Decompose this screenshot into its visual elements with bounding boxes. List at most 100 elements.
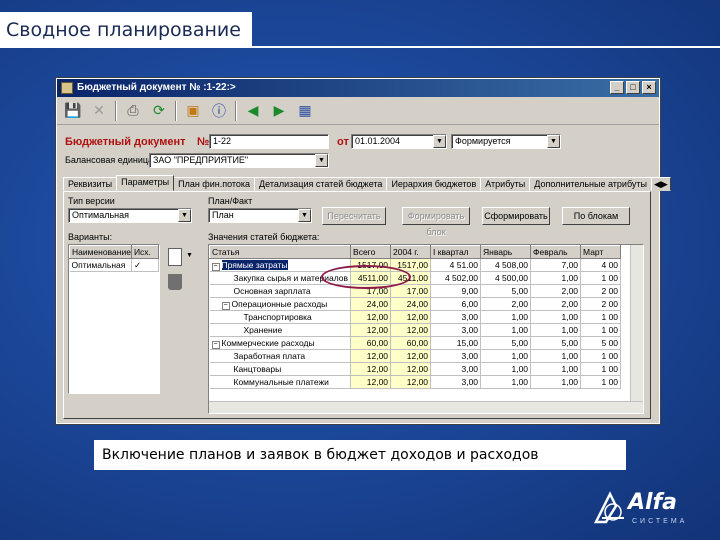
table-row[interactable]: Транспортировка 12,00 12,00 3,00 1,00 1,00 1 0… (209, 310, 622, 324)
value-cell[interactable]: 1,00 (530, 362, 582, 376)
table-row[interactable]: Коммунальные платежи 12,00 12,00 3,00 1,00 1,… (209, 375, 622, 389)
value-cell[interactable]: 1,00 (530, 375, 582, 389)
column-header[interactable]: Январь (480, 245, 532, 259)
value-cell[interactable]: 2 00 (580, 284, 622, 298)
value-cell[interactable]: 3,00 (430, 349, 482, 363)
article-name-cell[interactable]: Основная зарплата (209, 284, 352, 298)
value-cell[interactable]: 1 00 (580, 323, 622, 337)
value-cell[interactable]: 4 00 (580, 258, 622, 272)
plan-fact-select[interactable]: План ▼ (208, 208, 312, 223)
type-select[interactable]: Оптимальная ▼ (68, 208, 192, 223)
value-cell[interactable]: 2,00 (530, 297, 582, 311)
by-blocks-button[interactable]: По блокам (562, 207, 630, 225)
status-select[interactable]: Формируется ▼ (451, 134, 561, 149)
value-cell[interactable]: 1,00 (530, 310, 582, 324)
article-name-cell[interactable]: − Операционные расходы (209, 297, 352, 311)
value-cell[interactable]: 5,00 (480, 284, 532, 298)
value-cell[interactable]: 1,00 (530, 349, 582, 363)
value-cell[interactable]: 1 00 (580, 375, 622, 389)
tab-scroll-button[interactable]: ◀▶ (651, 177, 671, 191)
value-cell[interactable]: 12,00 (390, 362, 432, 376)
book-icon[interactable]: ▦ (295, 101, 315, 121)
table-row[interactable]: − Операционные расходы 24,00 24,00 6,00 2,00 2… (209, 297, 622, 311)
value-cell[interactable]: 4 508,00 (480, 258, 532, 272)
info-icon[interactable]: ⓘ (209, 101, 229, 121)
table-row[interactable]: Основная зарплата 17,00 17,00 9,00 5,00 2,00 2… (209, 284, 622, 298)
value-cell[interactable]: 60,00 (390, 336, 432, 350)
value-cell[interactable]: 1,00 (480, 349, 532, 363)
article-name-cell[interactable]: Хранение (209, 323, 352, 337)
tab-hierarchy[interactable]: Иерархия бюджетов (386, 177, 482, 191)
value-cell[interactable]: 4 51.00 (430, 258, 482, 272)
value-cell[interactable]: 1,00 (530, 323, 582, 337)
trash-icon[interactable] (168, 274, 182, 290)
horizontal-scrollbar[interactable] (209, 401, 643, 413)
tab-extra-attributes[interactable]: Дополнительные атрибуты (529, 177, 653, 191)
value-cell[interactable]: 5,00 (530, 336, 582, 350)
value-cell[interactable]: 12,00 (350, 375, 392, 389)
value-cell[interactable]: 1 00 (580, 271, 622, 285)
minimize-button[interactable]: _ (610, 81, 624, 94)
column-header[interactable]: Статья (209, 245, 352, 259)
tab-parameters[interactable]: Параметры (116, 175, 175, 191)
table-row[interactable]: Оптимальная ✓ (69, 258, 159, 272)
value-cell[interactable]: 60,00 (350, 336, 392, 350)
table-row[interactable]: Закупка сырья и материалов 4511,00 4511,00… (209, 271, 622, 285)
tab-requisites[interactable]: Реквизиты (63, 177, 118, 191)
form-button[interactable]: Сформировать (482, 207, 550, 225)
value-cell[interactable]: 1 00 (580, 349, 622, 363)
value-cell[interactable]: 12,00 (350, 323, 392, 337)
value-cell[interactable]: 3,00 (430, 323, 482, 337)
save-icon[interactable]: 💾 (63, 101, 83, 121)
value-cell[interactable]: 7,00 (530, 258, 582, 272)
value-cell[interactable]: 12,00 (350, 349, 392, 363)
value-cell[interactable]: 2,00 (530, 284, 582, 298)
value-cell[interactable]: 5,00 (480, 336, 532, 350)
tab-cashflow-plan[interactable]: План фин.потока (173, 177, 256, 191)
forward-arrow-icon[interactable]: ▶ (269, 101, 289, 121)
folder-icon[interactable]: ▣ (183, 101, 203, 121)
expand-toggle-icon[interactable]: − (211, 340, 220, 349)
chevron-down-icon[interactable]: ▼ (298, 209, 311, 222)
value-cell[interactable]: 3,00 (430, 375, 482, 389)
window-titlebar[interactable]: Бюджетный документ № :1-22:> _ □ × (57, 79, 659, 97)
value-cell[interactable]: 12,00 (390, 323, 432, 337)
close-button[interactable]: × (642, 81, 656, 94)
value-cell[interactable]: 1 00 (580, 362, 622, 376)
chevron-down-icon[interactable]: ▼ (547, 135, 560, 148)
column-header[interactable]: 2004 г. (390, 245, 432, 259)
value-cell[interactable]: 1,00 (480, 375, 532, 389)
table-row[interactable]: Канцтовары 12,00 12,00 3,00 1,00 1,00 1 00 (209, 362, 622, 376)
value-cell[interactable]: 5 00 (580, 336, 622, 350)
recalc-button[interactable]: Пересчитать (322, 207, 386, 225)
variant-check[interactable]: ✓ (131, 258, 159, 272)
value-cell[interactable]: 1,00 (480, 323, 532, 337)
value-cell[interactable]: 1,00 (530, 271, 582, 285)
delete-icon[interactable]: ✕ (89, 101, 109, 121)
vertical-scrollbar[interactable] (630, 245, 643, 413)
form-block-button[interactable]: Формировать блок (402, 207, 470, 237)
value-cell[interactable]: 3,00 (430, 362, 482, 376)
tab-detailing[interactable]: Детализация статей бюджета (254, 177, 388, 191)
unit-select[interactable]: ЗАО "ПРЕДПРИЯТИЕ" ▼ (149, 153, 329, 168)
value-cell[interactable]: 12,00 (390, 310, 432, 324)
article-name-cell[interactable]: − Коммерческие расходы (209, 336, 352, 350)
refresh-icon[interactable]: ⟳ (149, 101, 169, 121)
column-header[interactable]: Февраль (530, 245, 582, 259)
value-cell[interactable]: 1,00 (480, 362, 532, 376)
tab-attributes[interactable]: Атрибуты (480, 177, 531, 191)
expand-toggle-icon[interactable]: − (221, 301, 230, 310)
table-row[interactable]: Заработная плата 12,00 12,00 3,00 1,00 1,00 1 … (209, 349, 622, 363)
value-cell[interactable]: 24,00 (390, 297, 432, 311)
column-header[interactable]: I квартал (430, 245, 482, 259)
column-header[interactable]: Наименование (69, 245, 132, 259)
new-document-icon[interactable] (168, 248, 182, 266)
back-arrow-icon[interactable]: ◀ (243, 101, 263, 121)
value-cell[interactable]: 12,00 (350, 362, 392, 376)
table-row[interactable]: − Прямые затраты 1517,00 1517,00 4 51.00 4 50… (209, 258, 622, 272)
value-cell[interactable]: 17,00 (390, 284, 432, 298)
value-cell[interactable]: 12,00 (390, 349, 432, 363)
value-cell[interactable]: 1 00 (580, 310, 622, 324)
value-cell[interactable]: 4 500,00 (480, 271, 532, 285)
value-cell[interactable]: 15,00 (430, 336, 482, 350)
